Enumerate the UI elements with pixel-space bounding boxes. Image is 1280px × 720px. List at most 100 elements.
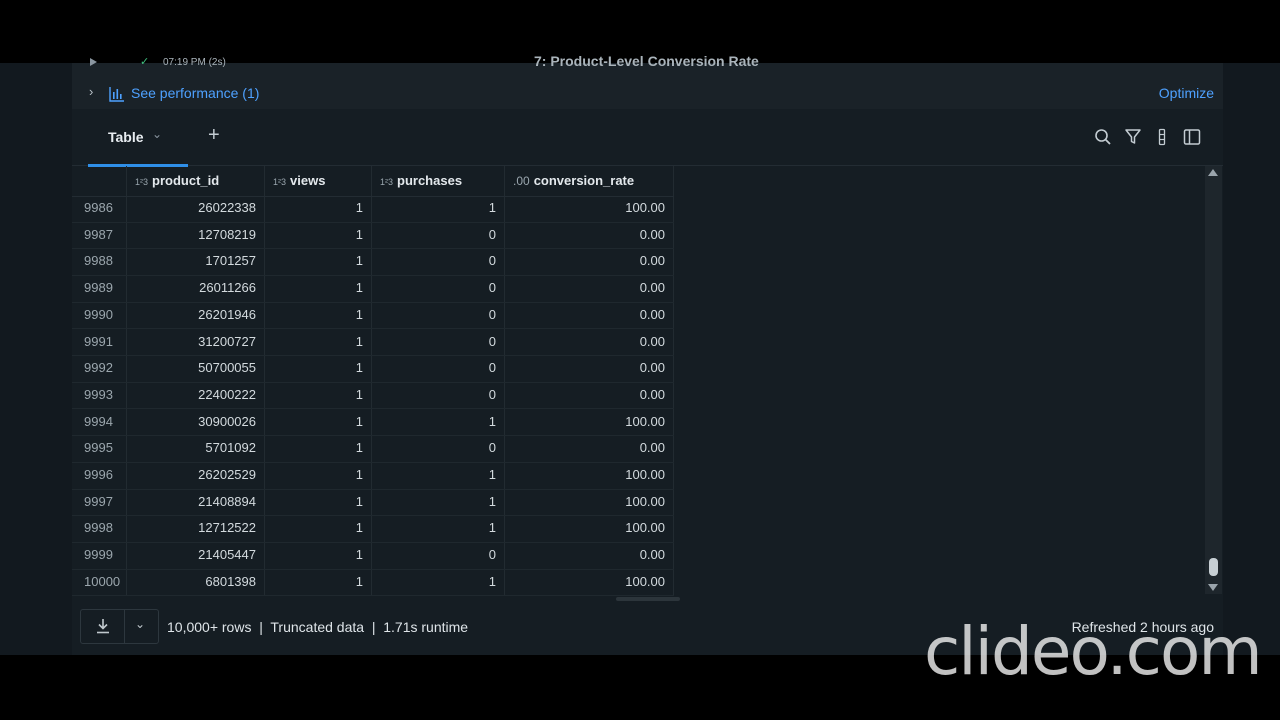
table-row[interactable]: 9993 22400222 1 0 0.00 (72, 382, 674, 410)
cell-title: 7: Product-Level Conversion Rate (534, 53, 759, 69)
views-cell: 1 (355, 253, 363, 269)
views-cell: 1 (355, 333, 363, 349)
views-cell: 1 (355, 386, 363, 402)
product-id-cell: 30900026 (198, 413, 256, 429)
purchases-cell: 1 (488, 493, 496, 509)
integer-type-icon: 1²3 (273, 177, 287, 187)
scroll-down-icon[interactable] (1208, 584, 1218, 591)
views-cell: 1 (355, 413, 363, 429)
sidebar-panel-icon[interactable] (1183, 128, 1201, 146)
plus-icon[interactable]: + (208, 124, 220, 147)
scroll-up-icon[interactable] (1208, 169, 1218, 176)
performance-row: › See performance (1) Optimize (72, 84, 1223, 106)
purchases-cell: 1 (488, 413, 496, 429)
views-cell: 1 (355, 306, 363, 322)
check-icon: ✓ (140, 56, 150, 68)
conversion-rate-cell: 0.00 (639, 386, 665, 402)
column-label: conversion_rate (533, 173, 635, 188)
scroll-thumb[interactable] (1209, 558, 1218, 576)
table-row[interactable]: 9997 21408894 1 1 100.00 (72, 489, 674, 517)
table-row[interactable]: 9996 26202529 1 1 100.00 (72, 462, 674, 490)
row-index: 9993 (84, 386, 113, 402)
integer-type-icon: 1²3 (380, 177, 394, 187)
views-cell: 1 (355, 226, 363, 242)
see-performance-link[interactable]: See performance (1) (131, 85, 259, 101)
play-icon[interactable] (90, 58, 97, 66)
conversion-rate-cell: 0.00 (639, 226, 665, 242)
row-index: 10000 (84, 573, 121, 589)
table-row[interactable]: 9998 12712522 1 1 100.00 (72, 515, 674, 543)
row-index: 9990 (84, 306, 113, 322)
row-index: 9988 (84, 253, 113, 269)
product-id-cell: 50700055 (198, 360, 256, 376)
row-index: 9991 (84, 333, 113, 349)
conversion-rate-cell: 0.00 (639, 360, 665, 376)
integer-type-icon: 1²3 (135, 177, 149, 187)
table-row[interactable]: 9991 31200727 1 0 0.00 (72, 329, 674, 357)
column-header-conversion-rate[interactable]: .00 conversion_rate (513, 166, 634, 196)
row-index: 9995 (84, 440, 113, 456)
chevron-down-icon[interactable]: ⌄ (135, 617, 145, 631)
table-row[interactable]: 9988 1701257 1 0 0.00 (72, 248, 674, 276)
column-header-product-id[interactable]: 1²3 product_id (135, 166, 219, 196)
download-icon[interactable] (95, 617, 111, 640)
conversion-rate-cell: 100.00 (625, 200, 665, 215)
table-row[interactable]: 9992 50700055 1 0 0.00 (72, 355, 674, 383)
horizontal-scrollbar[interactable] (616, 597, 680, 601)
search-icon[interactable] (1094, 128, 1112, 146)
table-row[interactable]: 9999 21405447 1 0 0.00 (72, 542, 674, 570)
table-row[interactable]: 9990 26201946 1 0 0.00 (72, 302, 674, 330)
table-row[interactable]: 9986 26022338 1 1 100.00 (72, 195, 674, 223)
divider (124, 610, 125, 643)
chevron-right-icon[interactable]: › (89, 84, 93, 99)
column-header-views[interactable]: 1²3 views (273, 166, 325, 196)
product-id-cell: 26202529 (198, 467, 256, 482)
views-cell: 1 (355, 360, 363, 376)
product-id-cell: 5701092 (205, 440, 256, 456)
vertical-scrollbar[interactable] (1205, 166, 1222, 594)
table-row[interactable]: 10000 6801398 1 1 100.00 (72, 569, 674, 597)
table-row[interactable]: 9987 12708219 1 0 0.00 (72, 222, 674, 250)
decimal-type-icon: .00 (513, 174, 530, 188)
results-panel: ✓ 07:19 PM (2s) 7: Product-Level Convers… (72, 53, 1223, 655)
column-label: purchases (397, 173, 463, 188)
purchases-cell: 1 (488, 467, 496, 482)
row-index: 9996 (84, 467, 113, 482)
row-index: 9999 (84, 547, 113, 563)
conversion-rate-cell: 100.00 (625, 413, 665, 429)
more-vertical-icon[interactable] (1153, 128, 1171, 146)
conversion-rate-cell: 0.00 (639, 547, 665, 563)
product-id-cell: 1701257 (205, 253, 256, 269)
product-id-cell: 12708219 (198, 226, 256, 242)
column-header-purchases[interactable]: 1²3 purchases (380, 166, 462, 196)
tab-table-label: Table (108, 129, 144, 145)
tab-table[interactable]: Table ⌄ (88, 109, 188, 167)
product-id-cell: 6801398 (205, 573, 256, 589)
conversion-rate-cell: 100.00 (625, 573, 665, 589)
purchases-cell: 0 (488, 440, 496, 456)
row-index: 9987 (84, 226, 113, 242)
views-cell: 1 (355, 467, 363, 482)
column-label: product_id (152, 173, 220, 188)
optimize-link[interactable]: Optimize (1159, 85, 1214, 101)
row-index: 9992 (84, 360, 113, 376)
filter-icon[interactable] (1124, 128, 1142, 146)
purchases-cell: 0 (488, 253, 496, 269)
views-cell: 1 (355, 200, 363, 215)
table-row[interactable]: 9989 26011266 1 0 0.00 (72, 275, 674, 303)
table-row[interactable]: 9994 30900026 1 1 100.00 (72, 409, 674, 437)
column-label: views (290, 173, 326, 188)
chevron-down-icon[interactable]: ⌄ (152, 127, 162, 141)
row-index: 9997 (84, 493, 113, 509)
conversion-rate-cell: 0.00 (639, 333, 665, 349)
product-id-cell: 26201946 (198, 306, 256, 322)
notebook-screen: ✓ 07:19 PM (2s) 7: Product-Level Convers… (0, 53, 1280, 655)
row-index: 9994 (84, 413, 113, 429)
download-button-group: ⌄ (80, 609, 159, 644)
product-id-cell: 26011266 (199, 280, 256, 296)
product-id-cell: 21408894 (198, 493, 256, 509)
conversion-rate-cell: 100.00 (625, 520, 665, 536)
table-row[interactable]: 9995 5701092 1 0 0.00 (72, 435, 674, 463)
views-cell: 1 (355, 280, 363, 296)
purchases-cell: 1 (488, 520, 496, 536)
